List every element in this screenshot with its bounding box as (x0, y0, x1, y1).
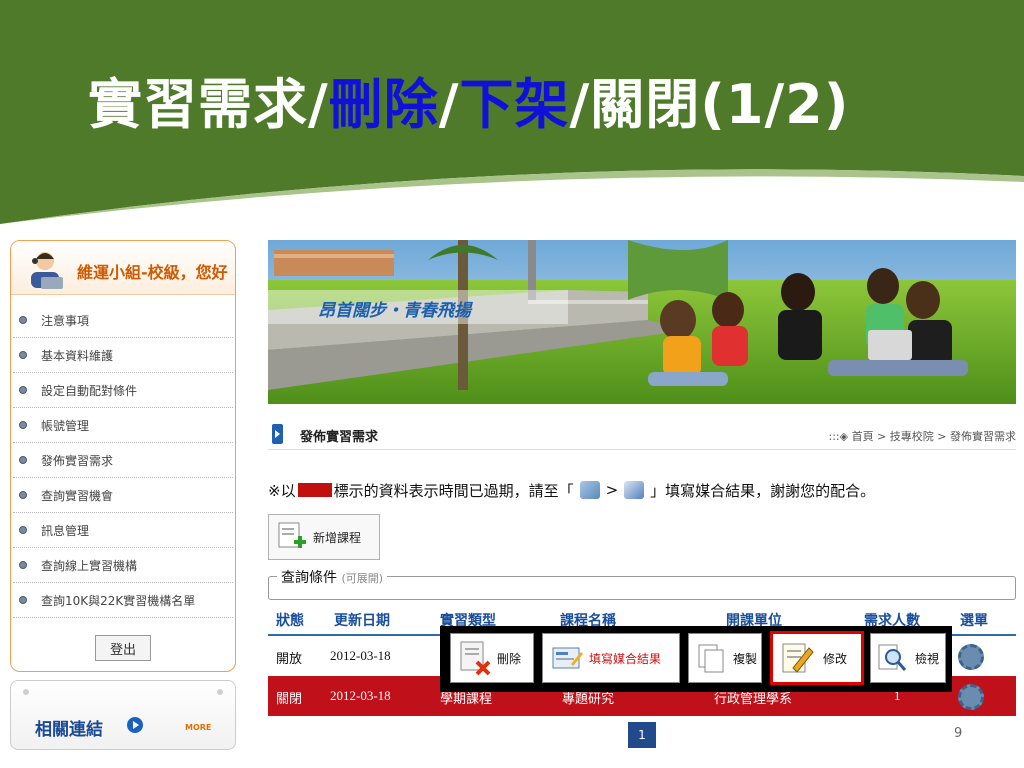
expired-color-swatch (297, 483, 332, 497)
bullet-icon (19, 456, 27, 464)
query-legend: 查詢條件 (可展開) (277, 567, 388, 587)
fill-match-result-label: 填寫媒合結果 (589, 651, 662, 666)
edit-button[interactable]: 修改 (770, 631, 864, 685)
slide-title: 實習需求/刪除/下架/關閉(1/2) (88, 73, 850, 136)
edit-label: 修改 (823, 651, 848, 666)
copy-icon (698, 644, 724, 673)
sidebar-item-10k-22k-list[interactable]: 查詢10K與22K實習機構名單 (13, 583, 233, 618)
query-conditions[interactable]: 查詢條件 (可展開) (268, 567, 1016, 600)
slide-page-number: 9 (954, 726, 963, 741)
query-hint: (可展開) (341, 572, 384, 585)
sidebar-item-search-opportunities[interactable]: 查詢實習機會 (13, 478, 233, 513)
col-menu: 選單 (960, 613, 988, 629)
page-title: 發佈實習需求 (300, 430, 379, 445)
sidebar-menu: 注意事項 基本資料維護 設定自動配對條件 帳號管理 發佈實習需求 查詢實習機會 … (11, 303, 235, 618)
add-course-button[interactable]: 新增課程 (268, 514, 380, 560)
delete-button[interactable]: 刪除 (450, 633, 534, 683)
sidebar-item-label: 注意事項 (41, 313, 90, 328)
bullet-icon (19, 596, 27, 604)
sidebar-item-label: 設定自動配對條件 (41, 383, 138, 398)
sidebar-user-greeting: 維運小組-校級，您好 (77, 263, 228, 282)
row-action-menu: 刪除 填寫媒合結果 複製 修改 檢視 (440, 626, 952, 692)
sidebar-item-auto-match[interactable]: 設定自動配對條件 (13, 373, 233, 408)
breadcrumb[interactable]: :::◈ 首頁 > 技專校院 > 發佈實習需求 (829, 428, 1017, 444)
notice-suffix: 」填寫媒合結果，謝謝您的配合。 (650, 481, 876, 500)
copy-button[interactable]: 複製 (688, 633, 762, 683)
hero-slogan: 昂首闊步・青春飛揚 (318, 301, 471, 321)
view-label: 檢視 (915, 651, 940, 666)
title-takedown-word: 下架 (459, 73, 570, 136)
sidebar-item-label: 查詢10K與22K實習機構名單 (41, 593, 196, 608)
copy-label: 複製 (733, 651, 758, 666)
hero-photo (268, 240, 1016, 404)
notice-middle: 標示的資料表示時間已過期，請至「 (333, 481, 574, 500)
delete-label: 刪除 (497, 651, 522, 666)
bullet-icon (19, 386, 27, 394)
sidebar-item-notes[interactable]: 注意事項 (13, 303, 233, 338)
bullet-icon (19, 526, 27, 534)
bullet-icon (19, 561, 27, 569)
col-status[interactable]: 狀態 (276, 610, 304, 630)
more-link[interactable]: MORE (185, 723, 211, 732)
corner-dot (23, 689, 29, 695)
cell-date: 2012-03-18 (330, 648, 391, 663)
title-banner: 實習需求/刪除/下架/關閉(1/2) (0, 0, 1024, 224)
edit-icon (782, 643, 814, 673)
cell-date: 2012-03-18 (330, 688, 391, 703)
user-avatar-icon (31, 252, 63, 289)
sidebar-item-label: 基本資料維護 (41, 348, 114, 363)
bullet-icon (19, 421, 27, 429)
app-screenshot: 維運小組-校級，您好 注意事項 基本資料維護 設定自動配對條件 帳號管理 發佈實… (4, 232, 1020, 758)
related-links-box: 相關連結 MORE (10, 680, 236, 750)
logout-button[interactable]: 登出 (95, 635, 151, 661)
col-updated[interactable]: 更新日期 (334, 610, 390, 630)
sidebar-item-label: 發佈實習需求 (41, 453, 114, 468)
fill-form-icon (552, 647, 583, 669)
sidebar-item-label: 查詢實習機會 (41, 488, 114, 503)
notice-prefix: ※以 (268, 481, 296, 500)
sidebar-item-messages[interactable]: 訊息管理 (13, 513, 233, 548)
delete-doc-icon (460, 641, 491, 676)
sidebar-item-publish-demand[interactable]: 發佈實習需求 (13, 443, 233, 478)
hero-banner: 昂首闊步・青春飛揚 (268, 240, 1016, 404)
related-links-title: 相關連結 (35, 720, 103, 740)
pager-current-page[interactable]: 1 (628, 722, 656, 748)
sidebar-header: 維運小組-校級，您好 (11, 241, 235, 295)
cell-status: 關閉 (276, 691, 303, 706)
cell-status: 開放 (276, 651, 303, 666)
corner-dot (217, 689, 223, 695)
sidebar-item-label: 查詢線上實習機構 (41, 558, 138, 573)
bullet-icon (19, 491, 27, 499)
row-menu-gear-icon[interactable] (958, 644, 984, 670)
fill-match-result-button[interactable]: 填寫媒合結果 (542, 633, 680, 683)
sidebar-item-online-institutions[interactable]: 查詢線上實習機構 (13, 548, 233, 583)
row-menu-gear-icon[interactable] (958, 684, 984, 710)
bullet-icon (19, 351, 27, 359)
menu-gear-icon (579, 481, 600, 499)
section-arrow-icon (272, 424, 283, 444)
sidebar-item-basic-info[interactable]: 基本資料維護 (13, 338, 233, 373)
sidebar: 維運小組-校級，您好 注意事項 基本資料維護 設定自動配對條件 帳號管理 發佈實… (10, 240, 236, 672)
sidebar-item-accounts[interactable]: 帳號管理 (13, 408, 233, 443)
title-delete-word: 刪除 (328, 73, 439, 136)
add-course-label: 新增課程 (313, 530, 362, 545)
magnifier-icon (878, 644, 907, 671)
arrow-right-icon[interactable] (127, 717, 143, 733)
expired-notice: ※以 標示的資料表示時間已過期，請至「 > 」填寫媒合結果，謝謝您的配合。 (268, 478, 1016, 502)
sidebar-item-label: 帳號管理 (41, 418, 90, 433)
bullet-icon (19, 316, 27, 324)
add-document-icon (278, 522, 306, 548)
fill-form-icon (624, 481, 645, 499)
sidebar-item-label: 訊息管理 (41, 523, 90, 538)
notice-gt: > (605, 481, 619, 499)
view-button[interactable]: 檢視 (870, 633, 946, 683)
page-header: 發佈實習需求 :::◈ 首頁 > 技專校院 > 發佈實習需求 (268, 420, 1016, 450)
